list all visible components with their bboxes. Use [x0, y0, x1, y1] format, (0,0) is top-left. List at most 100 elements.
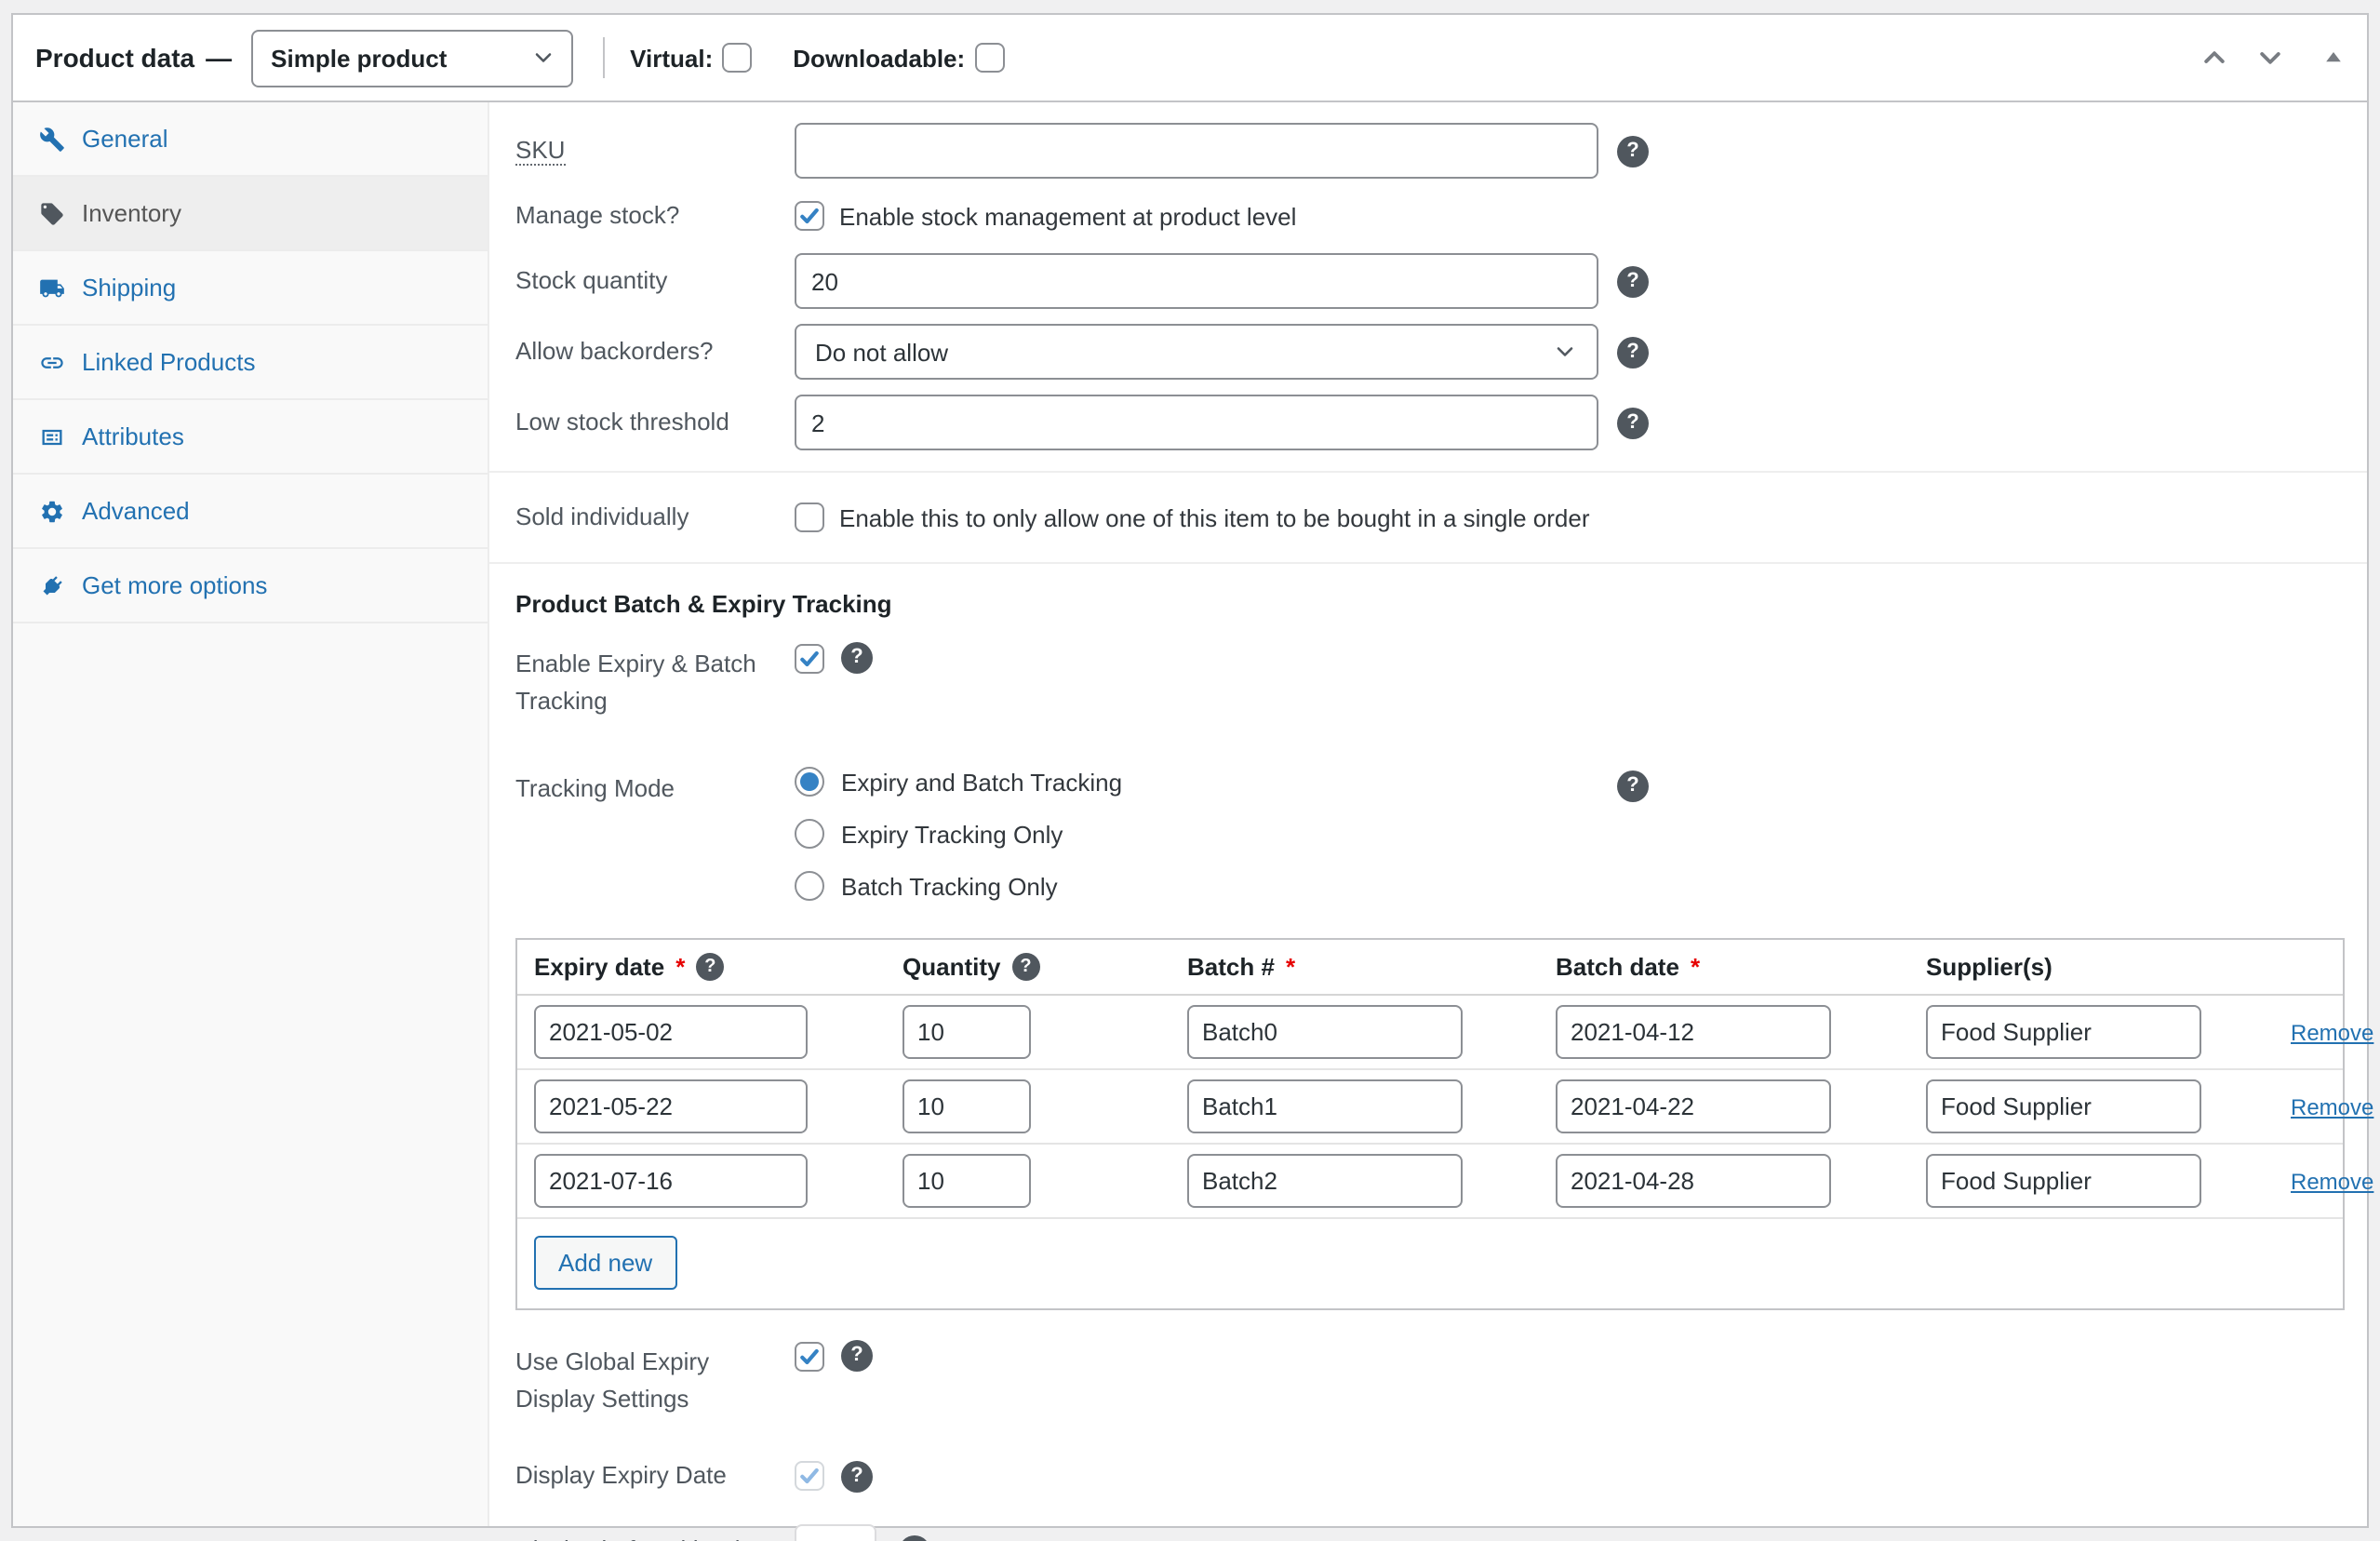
manage-stock-checkbox[interactable]: [795, 201, 824, 231]
display-before-help-icon[interactable]: ?: [899, 1534, 930, 1541]
expiry-date-input[interactable]: [534, 1154, 808, 1208]
batch-row-2: Remove: [517, 1070, 2343, 1145]
manage-stock-description: Enable stock management at product level: [839, 202, 1296, 230]
enable-tracking-row: Enable Expiry & Batch Tracking ?: [489, 635, 2367, 726]
virtual-label: Virtual:: [630, 44, 713, 72]
list-card-icon: [39, 423, 65, 449]
radio-expiry-only[interactable]: [795, 819, 824, 849]
low-stock-input[interactable]: [795, 395, 1598, 450]
low-stock-row: Low stock threshold ?: [489, 387, 2367, 458]
sold-individually-description: Enable this to only allow one of this it…: [839, 503, 1590, 531]
tab-advanced[interactable]: Advanced: [13, 475, 488, 549]
batch-row-1: Remove: [517, 996, 2343, 1070]
col-header-batch-date: Batch date: [1556, 953, 1679, 981]
radio-batch-only[interactable]: [795, 871, 824, 901]
virtual-checkbox[interactable]: [722, 43, 752, 73]
display-expiry-checkbox: [795, 1461, 824, 1491]
product-type-value: Simple product: [271, 44, 447, 72]
truck-icon: [39, 275, 65, 301]
backorders-label: Allow backorders?: [515, 334, 795, 370]
sku-input[interactable]: [795, 123, 1598, 179]
supplier-input[interactable]: [1926, 1154, 2201, 1208]
tracking-mode-option-expiry-only[interactable]: Expiry Tracking Only: [795, 819, 1122, 849]
product-type-select[interactable]: Simple product: [250, 29, 572, 87]
remove-row-link[interactable]: Remove: [2291, 1094, 2373, 1120]
backorders-row: Allow backorders? Do not allow ?: [489, 316, 2367, 387]
radio-label: Expiry Tracking Only: [841, 820, 1063, 848]
use-global-label: Use Global Expiry Display Settings: [515, 1336, 795, 1416]
display-expiry-help-icon[interactable]: ?: [841, 1460, 873, 1492]
sold-individually-label: Sold individually: [515, 500, 795, 536]
batch-number-input[interactable]: [1187, 1079, 1463, 1133]
move-up-icon[interactable]: [2199, 43, 2229, 73]
supplier-input[interactable]: [1926, 1079, 2201, 1133]
enable-tracking-checkbox[interactable]: [795, 643, 824, 673]
remove-row-link[interactable]: Remove: [2291, 1020, 2373, 1046]
quantity-help-icon[interactable]: ?: [1011, 953, 1039, 981]
move-down-icon[interactable]: [2255, 43, 2285, 73]
enable-tracking-help-icon[interactable]: ?: [841, 642, 873, 674]
manage-stock-label: Manage stock?: [515, 198, 795, 234]
stock-quantity-help-icon[interactable]: ?: [1617, 265, 1649, 297]
link-icon: [39, 349, 65, 375]
radio-label: Batch Tracking Only: [841, 872, 1058, 900]
low-stock-help-icon[interactable]: ?: [1617, 407, 1649, 438]
tag-icon: [39, 200, 65, 226]
expiry-date-input[interactable]: [534, 1005, 808, 1059]
use-global-help-icon[interactable]: ?: [841, 1340, 873, 1372]
tracking-mode-help-icon[interactable]: ?: [1617, 770, 1649, 802]
quantity-input[interactable]: [903, 1154, 1031, 1208]
tab-label: General: [82, 125, 168, 153]
collapse-toggle-icon[interactable]: [2322, 47, 2345, 69]
add-new-button[interactable]: Add new: [534, 1236, 676, 1290]
use-global-checkbox[interactable]: [795, 1341, 824, 1371]
tracking-mode-row: Tracking Mode Expiry and Batch Tracking …: [489, 756, 2367, 912]
tab-label: Attributes: [82, 422, 184, 450]
tab-get-more-options[interactable]: Get more options: [13, 549, 488, 623]
display-expiry-row: Display Expiry Date ?: [489, 1446, 2367, 1506]
batch-table-header: Expiry date * ? Quantity * ? Batch # *: [517, 940, 2343, 996]
radio-label: Expiry and Batch Tracking: [841, 768, 1122, 796]
expiry-date-help-icon[interactable]: ?: [696, 953, 724, 981]
col-header-batch: Batch #: [1187, 953, 1275, 981]
batch-date-input[interactable]: [1556, 1154, 1831, 1208]
quantity-input[interactable]: [903, 1079, 1031, 1133]
stock-quantity-label: Stock quantity: [515, 263, 795, 300]
chevron-down-icon: [1552, 339, 1578, 365]
inventory-panel: SKU ? Manage stock? Enable stock man: [489, 102, 2367, 1526]
tracking-mode-option-batch-only[interactable]: Batch Tracking Only: [795, 871, 1122, 901]
tracking-mode-label: Tracking Mode: [515, 763, 795, 807]
tab-general[interactable]: General: [13, 102, 488, 177]
plug-icon: [39, 572, 65, 598]
col-header-expiry-date: Expiry date: [534, 953, 664, 981]
backorders-select[interactable]: Do not allow: [795, 324, 1598, 380]
remove-row-link[interactable]: Remove: [2291, 1169, 2373, 1195]
downloadable-checkbox[interactable]: [974, 43, 1004, 73]
manage-stock-row: Manage stock? Enable stock management at…: [489, 186, 2367, 246]
backorders-help-icon[interactable]: ?: [1617, 336, 1649, 368]
supplier-input[interactable]: [1926, 1005, 2201, 1059]
wrench-icon: [39, 126, 65, 152]
product-data-metabox: Product data — Simple product Virtual: D…: [11, 13, 2369, 1528]
radio-expiry-and-batch[interactable]: [795, 767, 824, 797]
header-divider: [602, 37, 604, 78]
required-asterisk: *: [1691, 953, 1700, 981]
sold-individually-checkbox[interactable]: [795, 502, 824, 532]
batch-table-footer: Add new: [517, 1219, 2343, 1308]
tab-inventory[interactable]: Inventory: [13, 177, 488, 251]
display-before-input: [795, 1524, 876, 1541]
quantity-input[interactable]: [903, 1005, 1031, 1059]
batch-number-input[interactable]: [1187, 1154, 1463, 1208]
tracking-mode-option-expiry-and-batch[interactable]: Expiry and Batch Tracking: [795, 767, 1122, 797]
batch-date-input[interactable]: [1556, 1079, 1831, 1133]
batch-number-input[interactable]: [1187, 1005, 1463, 1059]
expiry-date-input[interactable]: [534, 1079, 808, 1133]
tab-attributes[interactable]: Attributes: [13, 400, 488, 475]
gear-icon: [39, 498, 65, 524]
batch-date-input[interactable]: [1556, 1005, 1831, 1059]
tab-shipping[interactable]: Shipping: [13, 251, 488, 326]
stock-quantity-input[interactable]: [795, 253, 1598, 309]
sku-help-icon[interactable]: ?: [1617, 135, 1649, 167]
tab-linked-products[interactable]: Linked Products: [13, 326, 488, 400]
product-data-header: Product data — Simple product Virtual: D…: [13, 15, 2367, 102]
